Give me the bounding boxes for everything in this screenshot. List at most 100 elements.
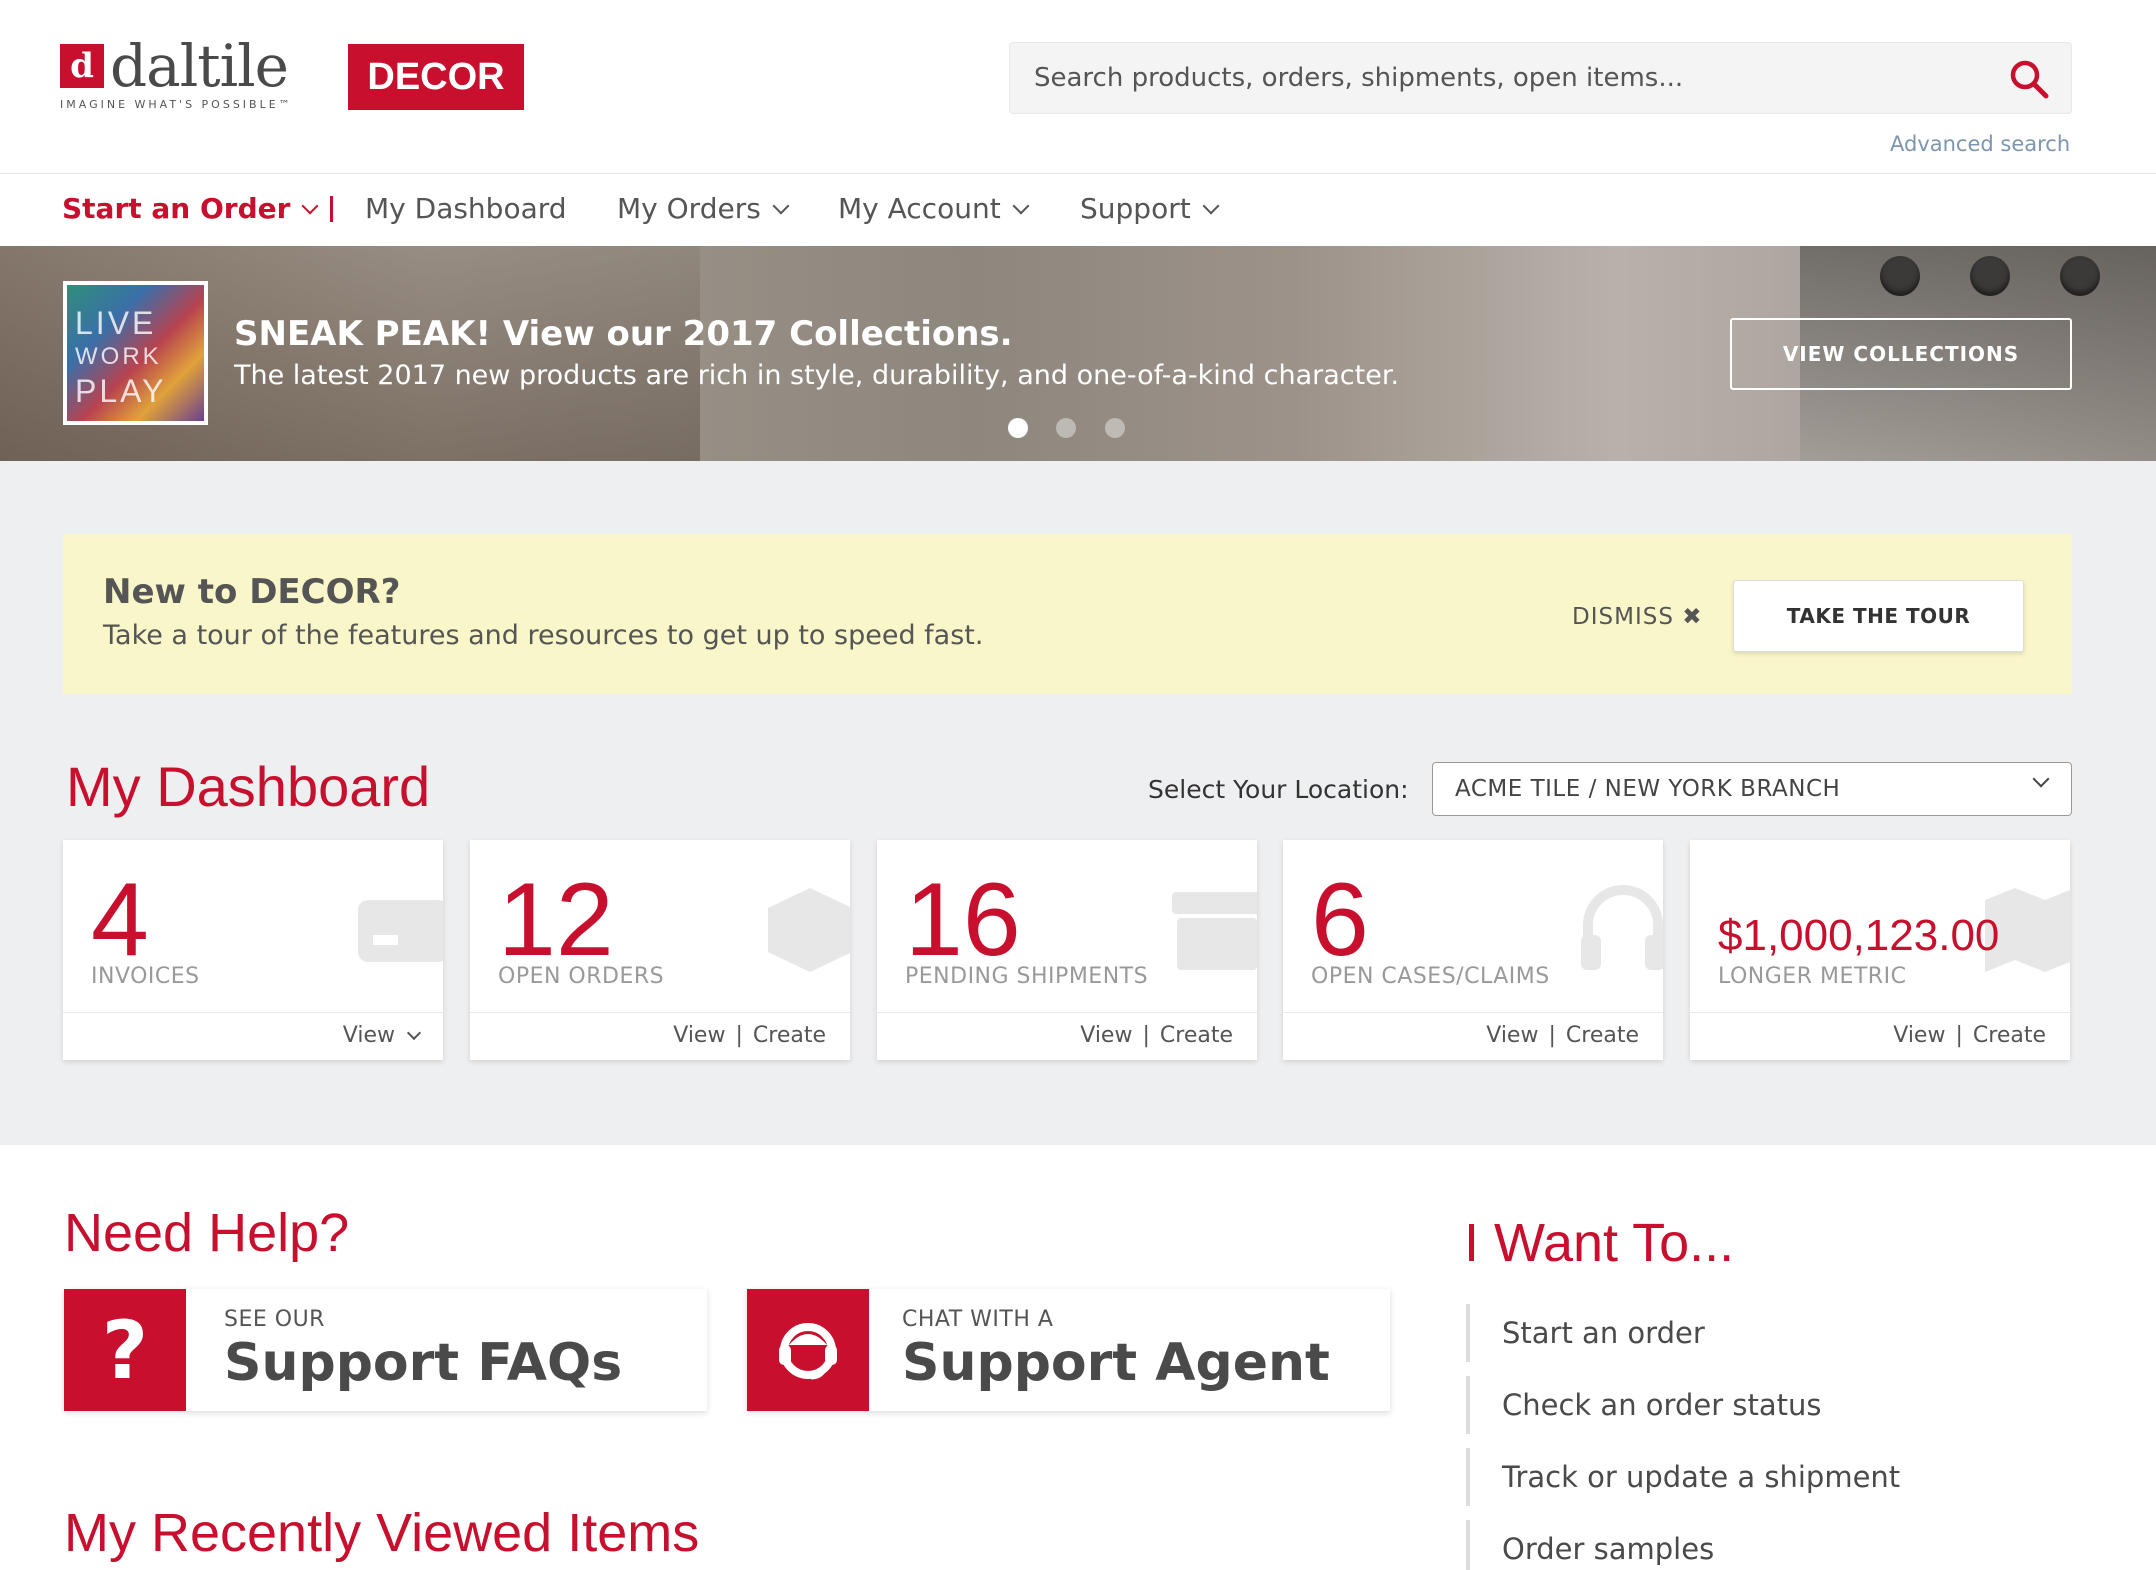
create-link[interactable]: Create (1973, 1023, 2046, 1048)
stove-knob-decoration (1880, 256, 1920, 296)
view-link[interactable]: View (1080, 1023, 1132, 1048)
chevron-down-icon (1202, 197, 1220, 214)
archive-icon (1172, 892, 1257, 970)
view-link[interactable]: View (673, 1023, 725, 1048)
want-item-start-order[interactable]: Start an order (1466, 1304, 2066, 1362)
thumb-word-play: PLAY (75, 373, 167, 409)
metric-card-pending-shipments: 16 PENDING SHIPMENTS View | Create (877, 840, 1257, 1060)
metric-card-links: View | Create (1080, 1023, 1233, 1048)
want-item-check-order-status[interactable]: Check an order status (1466, 1376, 2066, 1434)
metric-card-footer: View | Create (877, 1012, 1257, 1060)
carousel-dot-1[interactable] (1008, 418, 1028, 438)
tour-subtitle: Take a tour of the features and resource… (103, 620, 984, 651)
want-item-order-samples[interactable]: Order samples (1466, 1520, 2066, 1570)
need-help-title: Need Help? (64, 1203, 350, 1263)
svg-text:?: ? (102, 1310, 148, 1390)
metric-value: 6 (1311, 862, 1369, 978)
collection-thumbnail[interactable]: LIVE WORK PLAY (63, 281, 208, 425)
dismiss-button[interactable]: DISMISS ✖ (1572, 604, 1703, 630)
metric-label: LONGER METRIC (1718, 964, 1907, 989)
location-select-value: ACME TILE / NEW YORK BRANCH (1455, 776, 1841, 802)
nav-my-account-label: My Account (838, 192, 1001, 225)
metric-card-invoices: 4 INVOICES View (63, 840, 443, 1060)
headset-icon (1581, 885, 1663, 970)
thumb-word-live: LIVE (75, 305, 157, 341)
logo-wordmark: daltile (110, 32, 289, 100)
thumb-word-work: WORK (75, 343, 162, 370)
view-collections-button[interactable]: VIEW COLLECTIONS (1730, 318, 2072, 390)
metric-value: 12 (498, 862, 614, 978)
search-icon[interactable] (2007, 57, 2051, 101)
view-link[interactable]: View (1486, 1023, 1538, 1048)
link-separator: | (1548, 1023, 1556, 1048)
create-link[interactable]: Create (1160, 1023, 1233, 1048)
logo-tagline: IMAGINE WHAT'S POSSIBLE™ (60, 98, 293, 111)
daltile-logo[interactable]: d daltile IMAGINE WHAT'S POSSIBLE™ (60, 34, 293, 116)
chevron-down-icon (2032, 770, 2050, 788)
metric-card-footer: View | Create (1690, 1012, 2070, 1060)
tour-title: New to DECOR? (103, 572, 401, 612)
question-icon: ? (64, 1289, 186, 1411)
metric-card-longer-metric: $1,000,123.00 LONGER METRIC View | Creat… (1690, 840, 2070, 1060)
box-icon (768, 888, 850, 972)
agent-small-label: CHAT WITH A (902, 1307, 1054, 1332)
metric-card-open-orders: 12 OPEN ORDERS View | Create (470, 840, 850, 1060)
i-want-to-title: I Want To... (1464, 1213, 1735, 1273)
metric-card-footer: View (63, 1012, 443, 1060)
metric-card-links: View | Create (1486, 1023, 1639, 1048)
nav-my-orders[interactable]: My Orders (617, 192, 790, 225)
location-select[interactable]: ACME TILE / NEW YORK BRANCH (1432, 762, 2072, 816)
chevron-down-icon (1012, 197, 1030, 214)
carousel-dot-2[interactable] (1056, 418, 1076, 438)
link-separator: | (735, 1023, 743, 1048)
metric-card-links: View | Create (673, 1023, 826, 1048)
link-separator: | (1142, 1023, 1150, 1048)
carousel-dot-3[interactable] (1105, 418, 1125, 438)
view-link[interactable]: View (343, 1023, 395, 1048)
link-separator: | (1955, 1023, 1963, 1048)
search-input[interactable] (1034, 43, 1984, 113)
nav-support[interactable]: Support (1080, 192, 1220, 225)
metric-card-links: View | Create (1893, 1023, 2046, 1048)
nav-my-dashboard-label: My Dashboard (365, 192, 567, 225)
support-faqs-card[interactable]: ? SEE OUR Support FAQs (64, 1289, 707, 1411)
metric-card-links: View (343, 1023, 422, 1048)
create-link[interactable]: Create (753, 1023, 826, 1048)
nav-start-order-label: Start an Order (62, 192, 291, 225)
metric-label: OPEN ORDERS (498, 964, 665, 989)
agent-big-label: Support Agent (902, 1333, 1330, 1393)
hero-subtitle: The latest 2017 new products are rich in… (234, 360, 1400, 391)
nav-start-order[interactable]: Start an Order (62, 192, 319, 225)
metric-label: INVOICES (91, 964, 200, 989)
hero-banner: LIVE WORK PLAY SNEAK PEAK! View our 2017… (0, 246, 2156, 461)
chevron-down-icon (301, 197, 319, 214)
metric-value: 16 (905, 862, 1021, 978)
nav-my-dashboard[interactable]: My Dashboard (365, 192, 567, 225)
nav-my-orders-label: My Orders (617, 192, 761, 225)
metric-label: OPEN CASES/CLAIMS (1311, 964, 1550, 989)
recently-viewed-title: My Recently Viewed Items (64, 1503, 700, 1563)
search-bar (1009, 42, 2072, 114)
advanced-search-link[interactable]: Advanced search (1890, 132, 2070, 156)
nav-my-account[interactable]: My Account (838, 192, 1030, 225)
tour-banner: New to DECOR? Take a tour of the feature… (63, 534, 2072, 694)
want-item-track-shipment[interactable]: Track or update a shipment (1466, 1448, 2066, 1506)
take-the-tour-button[interactable]: TAKE THE TOUR (1733, 580, 2024, 652)
metric-card-footer: View | Create (470, 1012, 850, 1060)
faq-small-label: SEE OUR (224, 1307, 325, 1332)
chevron-down-icon[interactable] (406, 1025, 422, 1040)
metric-label: PENDING SHIPMENTS (905, 964, 1149, 989)
location-label: Select Your Location: (1148, 775, 1409, 804)
create-link[interactable]: Create (1566, 1023, 1639, 1048)
main-nav: Start an Order My Dashboard My Orders My… (0, 174, 2156, 246)
metric-card-footer: View | Create (1283, 1012, 1663, 1060)
agent-headset-icon (747, 1289, 869, 1411)
view-link[interactable]: View (1893, 1023, 1945, 1048)
header: d daltile IMAGINE WHAT'S POSSIBLE™ DECOR… (0, 0, 2156, 174)
decor-badge[interactable]: DECOR (348, 44, 524, 110)
hero-title: SNEAK PEAK! View our 2017 Collections. (234, 314, 1013, 354)
logo-mark-icon: d (60, 44, 104, 88)
support-agent-card[interactable]: CHAT WITH A Support Agent (747, 1289, 1390, 1411)
faq-big-label: Support FAQs (224, 1333, 623, 1393)
chevron-down-icon (772, 197, 790, 214)
